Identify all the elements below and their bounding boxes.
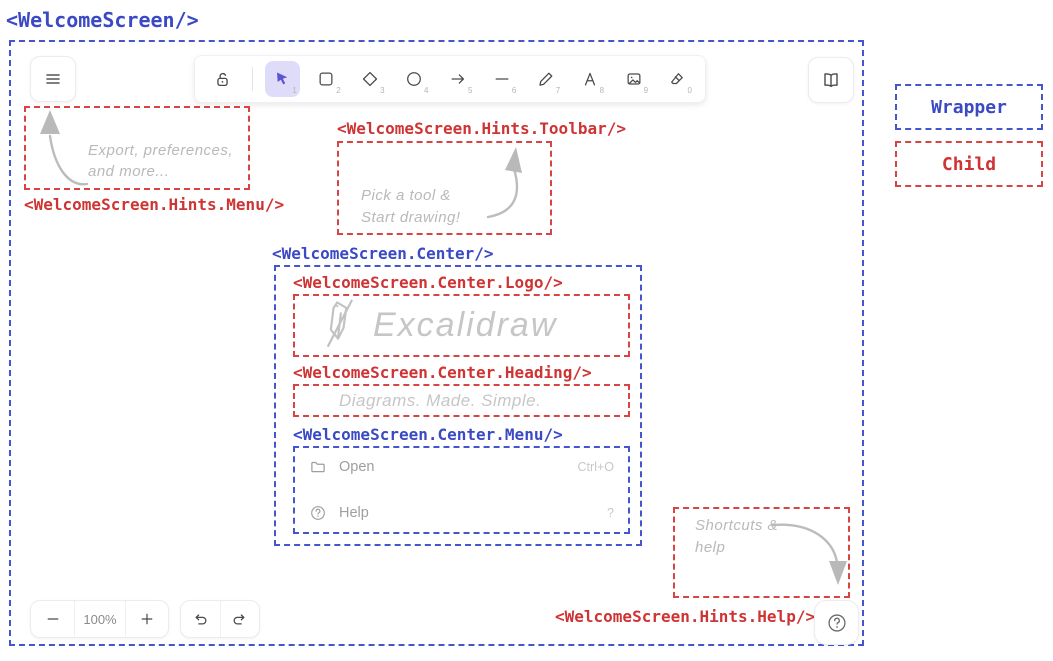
menu-item-help[interactable]: Help ? <box>309 504 614 522</box>
menu-hint-text-line2: and more... <box>88 163 169 180</box>
menu-item-open[interactable]: Open Ctrl+O <box>309 458 614 476</box>
book-icon <box>821 70 841 90</box>
toolbar-hint-text-line2: Start drawing! <box>361 209 461 226</box>
zoom-controls: 100% <box>30 600 169 638</box>
zoom-out-button[interactable] <box>31 601 74 637</box>
tool-text[interactable]: 8 <box>572 61 607 97</box>
center-box: <WelcomeScreen.Center.Logo/> Excalidraw … <box>274 265 642 546</box>
center-logo-label: <WelcomeScreen.Center.Logo/> <box>293 273 563 292</box>
tool-rectangle[interactable]: 2 <box>309 61 344 97</box>
pencil-icon <box>537 70 555 88</box>
legend-wrapper-label: Wrapper <box>931 97 1007 118</box>
menu-item-shortcut: ? <box>607 506 614 520</box>
rectangle-icon <box>317 70 335 88</box>
tool-key: 6 <box>512 86 516 95</box>
tool-line[interactable]: 6 <box>484 61 519 97</box>
help-button[interactable] <box>814 600 859 645</box>
arrow-icon <box>449 70 467 88</box>
folder-icon <box>309 458 327 476</box>
zoom-in-button[interactable] <box>125 601 168 637</box>
redo-button[interactable] <box>220 601 259 637</box>
center-heading-text: Diagrams. Made. Simple. <box>339 391 541 411</box>
center-menu-label: <WelcomeScreen.Center.Menu/> <box>293 425 563 444</box>
lock-tool-button[interactable] <box>205 61 240 97</box>
center-heading-box: Diagrams. Made. Simple. <box>293 384 630 417</box>
tool-key: 7 <box>556 86 560 95</box>
legend-wrapper-box: Wrapper <box>895 84 1043 130</box>
menu-item-label: Open <box>339 459 374 475</box>
tool-selection[interactable]: 1 <box>265 61 300 97</box>
tool-key: 4 <box>424 86 428 95</box>
minus-icon <box>45 611 61 627</box>
zoom-level-value: 100% <box>74 601 124 637</box>
selection-cursor-icon <box>273 70 291 88</box>
tool-key: 1 <box>292 86 296 95</box>
toolbar-divider <box>252 67 253 91</box>
redo-icon <box>231 611 248 628</box>
tool-key: 3 <box>380 86 384 95</box>
toolbar-hint-text-line1: Pick a tool & <box>361 187 451 204</box>
legend-child-label: Child <box>942 154 996 175</box>
help-hint-text-line1: Shortcuts & <box>695 517 778 534</box>
hints-menu-label: <WelcomeScreen.Hints.Menu/> <box>24 195 284 214</box>
history-controls <box>180 600 260 638</box>
tool-key: 5 <box>468 86 472 95</box>
page-title: <WelcomeScreen/> <box>6 8 199 32</box>
menu-item-label: Help <box>339 505 369 521</box>
undo-icon <box>192 611 209 628</box>
tool-eraser[interactable]: 0 <box>660 61 695 97</box>
tool-key: 8 <box>600 86 604 95</box>
undo-button[interactable] <box>181 601 220 637</box>
tool-draw[interactable]: 7 <box>528 61 563 97</box>
eraser-icon <box>668 70 686 88</box>
line-icon <box>493 70 511 88</box>
toolbar: 1 2 3 4 <box>194 55 706 103</box>
welcome-screen-wrapper: 1 2 3 4 <box>9 40 864 646</box>
image-icon <box>625 70 643 88</box>
text-icon <box>581 70 599 88</box>
help-hint-text-line2: help <box>695 539 725 556</box>
tool-arrow[interactable]: 5 <box>441 61 476 97</box>
hints-toolbar-label: <WelcomeScreen.Hints.Toolbar/> <box>337 119 626 138</box>
tool-image[interactable]: 9 <box>616 61 651 97</box>
main-menu-button[interactable] <box>30 56 76 102</box>
center-logo-box: Excalidraw <box>293 294 630 357</box>
tool-diamond[interactable]: 3 <box>353 61 388 97</box>
center-label: <WelcomeScreen.Center/> <box>272 244 494 263</box>
excalidraw-logo-text: Excalidraw <box>373 306 557 345</box>
tool-key: 0 <box>687 86 691 95</box>
excalidraw-pencil-icon <box>319 297 359 355</box>
hamburger-icon <box>43 69 63 89</box>
menu-hint-text-line1: Export, preferences, <box>88 142 233 159</box>
tool-ellipse[interactable]: 4 <box>397 61 432 97</box>
ellipse-icon <box>405 70 423 88</box>
question-circle-icon <box>309 504 327 522</box>
center-menu-box: Open Ctrl+O Help ? <box>293 446 630 534</box>
diamond-icon <box>361 70 379 88</box>
menu-item-shortcut: Ctrl+O <box>578 460 614 474</box>
plus-icon <box>139 611 155 627</box>
tool-key: 9 <box>644 86 648 95</box>
tool-key: 2 <box>336 86 340 95</box>
help-question-icon <box>826 612 848 634</box>
hints-help-label: <WelcomeScreen.Hints.Help/> <box>555 607 815 626</box>
center-heading-label: <WelcomeScreen.Center.Heading/> <box>293 363 592 382</box>
legend-child-box: Child <box>895 141 1043 187</box>
unlock-icon <box>213 70 232 89</box>
library-button[interactable] <box>808 57 854 103</box>
